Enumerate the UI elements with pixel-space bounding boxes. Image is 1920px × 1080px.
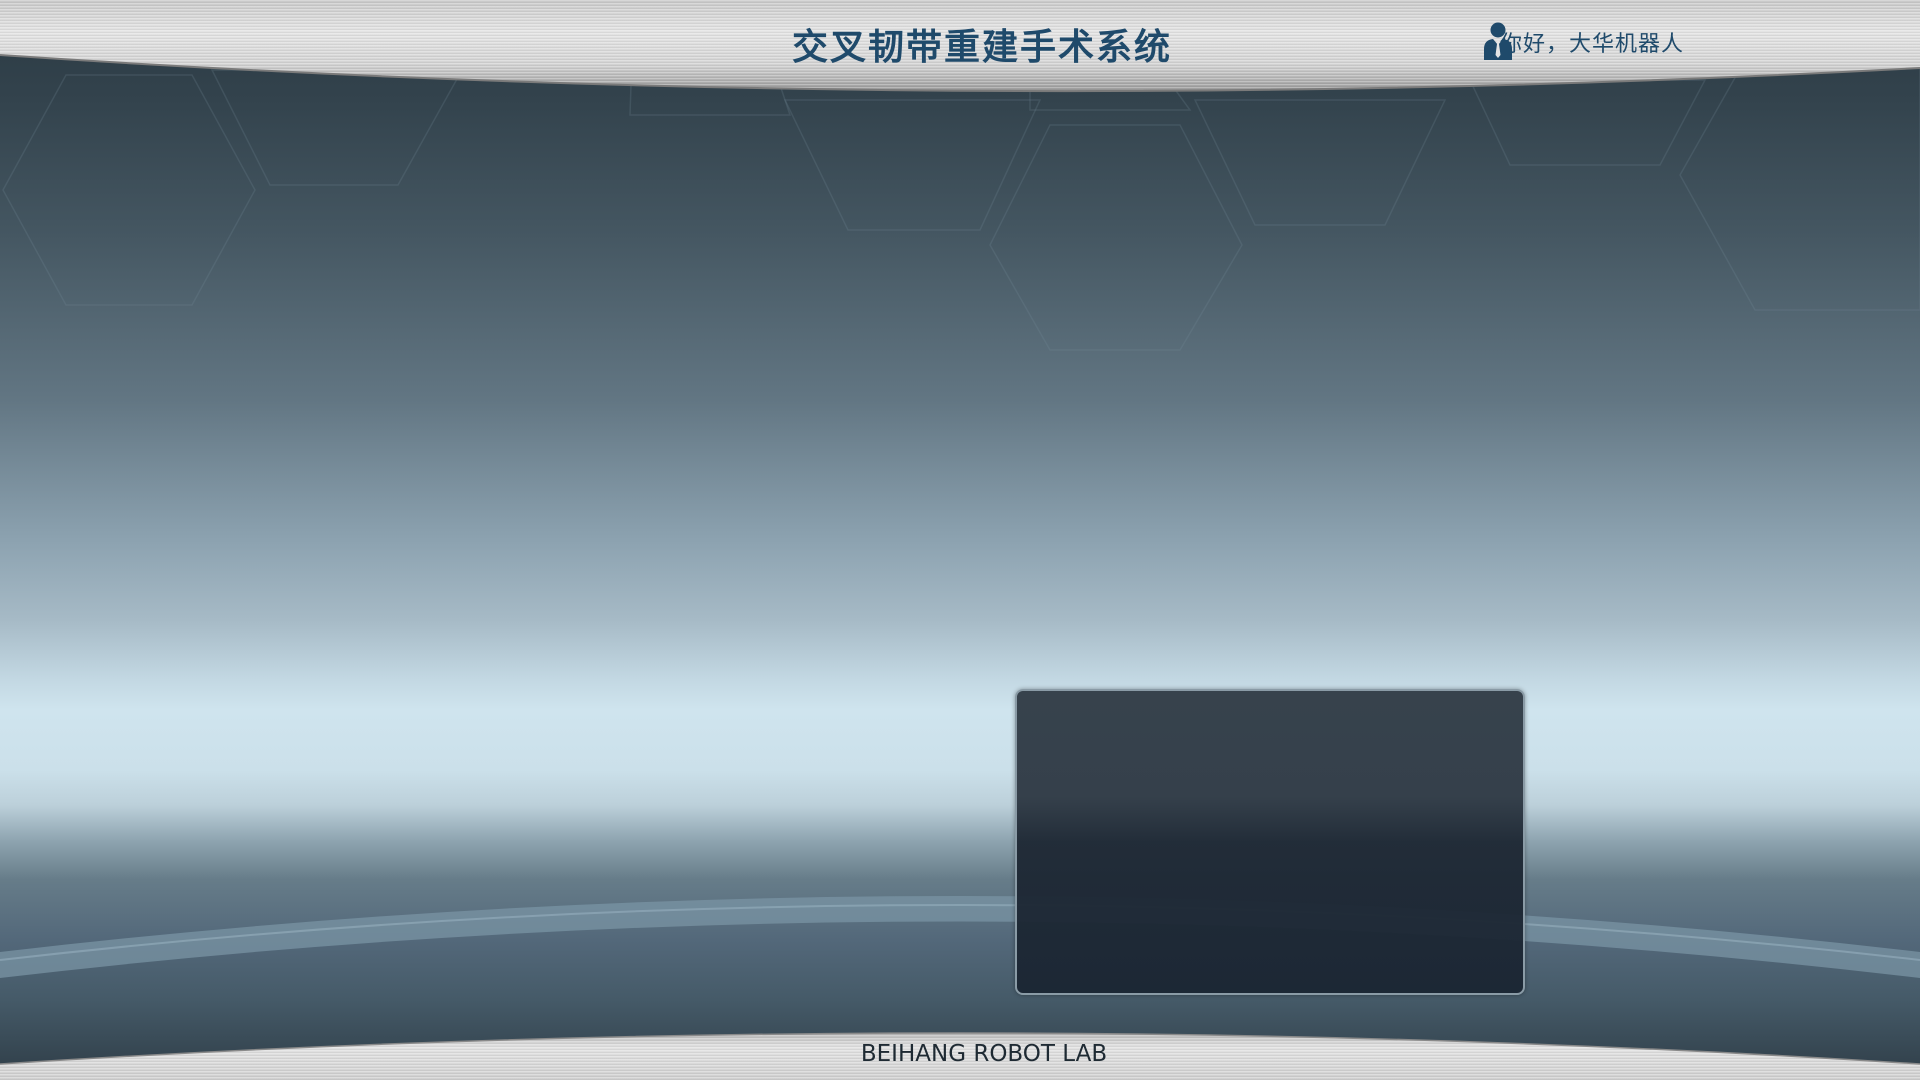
user-greeting: 你好，大华机器人 xyxy=(1500,32,1685,57)
horizon-arc-decoration xyxy=(0,896,1920,978)
user-info[interactable]: 你好，大华机器人 xyxy=(1480,20,1684,64)
video-display-panel xyxy=(1015,689,1525,995)
app-window: 交叉韧带重建手术系统 你好，大华机器人 BEIHANG ROBOT LAB xyxy=(0,0,1920,1080)
header-bar: 交叉韧带重建手术系统 你好，大华机器人 xyxy=(0,0,1920,110)
footer-lab-name: BEIHANG ROBOT LAB xyxy=(860,1041,1108,1067)
user-icon xyxy=(1484,22,1512,60)
